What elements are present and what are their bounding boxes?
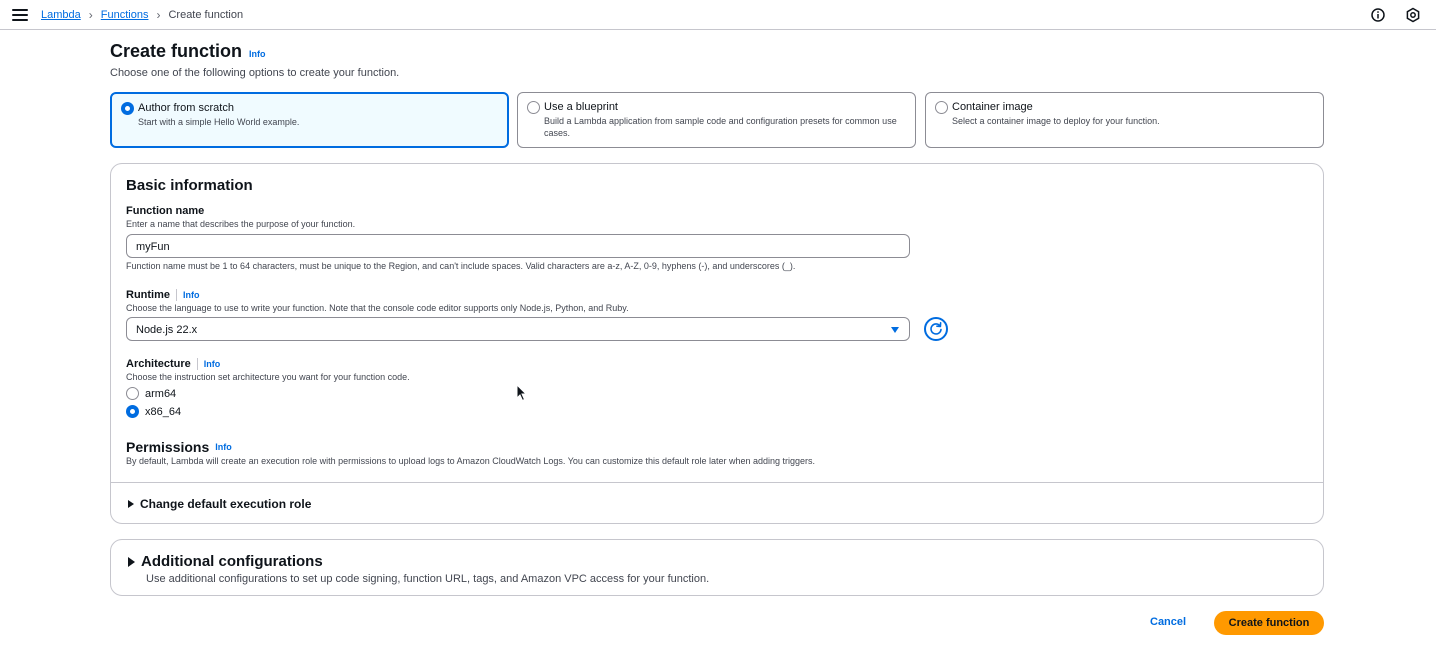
permissions-title: Permissions (126, 439, 210, 455)
option-title: Container image (952, 101, 1033, 113)
permissions-description: By default, Lambda will create an execut… (126, 456, 816, 466)
radio-author-from-scratch[interactable] (121, 102, 134, 115)
option-description: Start with a simple Hello World example. (138, 117, 300, 127)
top-navigation-bar: Lambda › Functions › Create function (0, 0, 1436, 30)
caret-down-icon (891, 327, 899, 333)
option-title: Use a blueprint (544, 101, 618, 113)
additional-configurations-description: Use additional configurations to set up … (146, 573, 710, 585)
page-description: Choose one of the following options to c… (110, 67, 400, 79)
breadcrumb-functions[interactable]: Functions (101, 9, 149, 21)
runtime-label-text: Runtime (126, 289, 170, 301)
change-role-label: Change default execution role (140, 497, 312, 511)
chevron-right-icon: › (88, 8, 93, 22)
basic-information-panel: Basic information Function name Enter a … (110, 163, 1324, 524)
function-name-constraint: Function name must be 1 to 64 characters… (126, 261, 796, 271)
option-container-image[interactable]: Container image Select a container image… (925, 92, 1324, 148)
arm64-label: arm64 (145, 387, 177, 400)
mouse-cursor-icon (516, 384, 528, 402)
architecture-description: Choose the instruction set architecture … (126, 372, 410, 382)
radio-x86_64[interactable] (126, 405, 139, 418)
info-circle-icon[interactable] (1370, 7, 1386, 23)
architecture-label-text: Architecture (126, 358, 191, 370)
breadcrumb-lambda[interactable]: Lambda (41, 9, 81, 21)
divider (111, 482, 1323, 483)
label-divider (196, 358, 198, 370)
additional-configurations-title: Additional configurations (141, 553, 323, 570)
function-name-input[interactable]: myFun (126, 234, 910, 258)
page-info-link[interactable]: Info (249, 49, 266, 59)
runtime-selected-value: Node.js 22.x (136, 324, 198, 336)
function-name-label-text: Function name (126, 205, 205, 217)
option-author-from-scratch[interactable]: Author from scratch Start with a simple … (110, 92, 509, 148)
additional-configurations-panel: Additional configurations Use additional… (110, 539, 1324, 596)
radio-use-blueprint[interactable] (527, 101, 540, 114)
breadcrumb-current: Create function (168, 9, 244, 21)
cancel-button[interactable]: Cancel (1150, 616, 1186, 628)
function-name-description: Enter a name that describes the purpose … (126, 219, 356, 229)
runtime-description: Choose the language to use to write your… (126, 303, 629, 313)
runtime-select[interactable]: Node.js 22.x (126, 317, 910, 341)
function-name-label: Function name (126, 205, 204, 217)
basic-information-title: Basic information (126, 177, 253, 194)
option-use-blueprint[interactable]: Use a blueprint Build a Lambda applicati… (517, 92, 916, 148)
option-description: Build a Lambda application from sample c… (544, 116, 897, 138)
architecture-option-arm64[interactable]: arm64 (126, 387, 176, 400)
caret-right-icon (128, 556, 135, 567)
create-function-button[interactable]: Create function (1214, 611, 1324, 635)
settings-hexagon-icon[interactable] (1405, 7, 1421, 23)
architecture-option-x86_64[interactable]: x86_64 (126, 405, 181, 418)
page-title-text: Create function (110, 41, 243, 61)
radio-arm64[interactable] (126, 387, 139, 400)
runtime-info-link[interactable]: Info (183, 290, 200, 300)
breadcrumb: Lambda › Functions › Create function (41, 8, 243, 22)
permissions-heading: Permissions Info (126, 439, 232, 455)
page-title: Create function Info (110, 41, 266, 62)
additional-configurations-expander[interactable]: Additional configurations (128, 553, 323, 570)
option-title: Author from scratch (138, 102, 234, 114)
runtime-label: Runtime Info (126, 289, 200, 301)
x86_64-label: x86_64 (145, 405, 182, 418)
caret-right-icon (128, 500, 134, 508)
menu-icon[interactable] (12, 7, 28, 23)
label-divider (176, 289, 177, 301)
architecture-info-link[interactable]: Info (204, 359, 221, 369)
architecture-label: Architecture Info (126, 358, 220, 370)
option-description: Select a container image to deploy for y… (952, 116, 1160, 126)
refresh-button[interactable] (924, 317, 948, 341)
refresh-icon (930, 321, 942, 335)
change-default-execution-role-expander[interactable]: Change default execution role (128, 497, 311, 511)
radio-container-image[interactable] (935, 101, 948, 114)
permissions-info-link[interactable]: Info (215, 442, 232, 452)
chevron-right-icon: › (156, 8, 161, 22)
